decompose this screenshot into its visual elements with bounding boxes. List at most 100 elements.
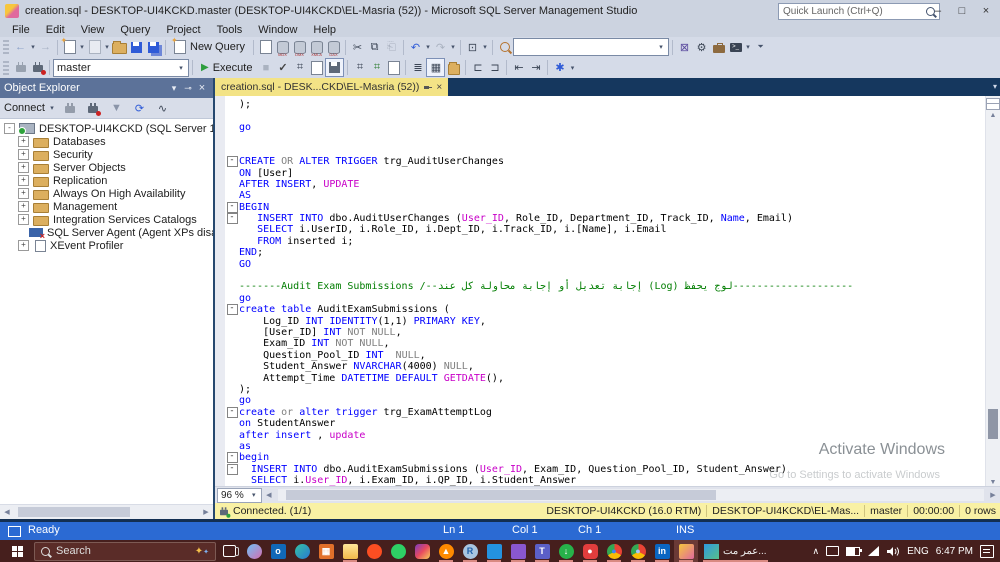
tray-expand-icon[interactable]: ∧ (812, 546, 819, 557)
expand-icon[interactable]: + (18, 162, 29, 173)
save-icon[interactable] (128, 39, 145, 56)
close-icon[interactable]: × (195, 82, 209, 94)
code-line[interactable]: SELECT i.User_ID, i.Exam_ID, i.QP_ID, i.… (225, 475, 985, 486)
code-line[interactable]: [User_ID] INT NOT NULL, (225, 327, 985, 338)
cut-icon[interactable]: ✂ (349, 39, 366, 56)
file-explorer-icon[interactable] (338, 540, 362, 562)
code-line[interactable]: after insert , update (225, 429, 985, 440)
scrollbar-track[interactable] (986, 119, 1000, 479)
tab-creation-sql[interactable]: creation.sql - DESK...CKD\EL-Masria (52)… (215, 78, 448, 96)
language-indicator[interactable]: ENG (907, 546, 929, 557)
scroll-down-icon[interactable]: ▼ (986, 479, 1000, 486)
code-line[interactable]: -CREATE OR ALTER TRIGGER trg_AuditUserCh… (225, 156, 985, 167)
instagram-icon[interactable] (410, 540, 434, 562)
scroll-up-icon[interactable]: ▲ (986, 112, 1000, 119)
chrome-profile-icon[interactable]: ● (626, 540, 650, 562)
code-line[interactable]: -------Audit Exam Submissions /--لوج يحف… (225, 281, 985, 292)
code-line[interactable]: -BEGIN (225, 202, 985, 213)
pin-icon[interactable] (424, 84, 431, 91)
tree-item-security[interactable]: +Security (0, 148, 213, 161)
scroll-right-icon[interactable]: ▶ (986, 491, 1000, 499)
dmx-query-icon[interactable]: DMX (291, 39, 308, 56)
comment-icon[interactable]: ⊏ (469, 59, 486, 76)
close-button[interactable]: × (974, 0, 998, 22)
pin-icon[interactable]: ⊸ (181, 83, 195, 94)
tree-item-databases[interactable]: +Databases (0, 135, 213, 148)
expand-icon[interactable]: + (18, 201, 29, 212)
open-file-icon[interactable] (86, 39, 103, 56)
parse-icon[interactable]: ✓ (274, 59, 291, 76)
idm-icon[interactable]: ↓ (554, 540, 578, 562)
xmla-query-icon[interactable]: XMLA (308, 39, 325, 56)
menu-tools[interactable]: Tools (209, 22, 251, 37)
code-line[interactable]: AS (225, 190, 985, 201)
battery-icon[interactable] (846, 547, 860, 556)
code-line[interactable] (225, 145, 985, 156)
document-list-icon[interactable]: ▾ (993, 82, 997, 91)
tree-item-management[interactable]: +Management (0, 200, 213, 213)
code-line[interactable]: SELECT i.UserID, i.Role_ID, i.Dept_ID, i… (225, 224, 985, 235)
execute-button[interactable]: ▶Execute (196, 59, 257, 77)
code-line[interactable]: Question_Pool_ID INT NULL, (225, 350, 985, 361)
code-line[interactable]: ON [User] (225, 167, 985, 178)
zoom-control[interactable]: 96 %▾ (217, 488, 262, 503)
stop-icon[interactable] (85, 100, 102, 117)
minimize-button[interactable]: – (926, 0, 950, 22)
copy-icon[interactable]: ⧉ (366, 39, 383, 56)
editor-hscrollbar[interactable] (278, 489, 984, 501)
mdx-query-icon[interactable]: MDX (274, 39, 291, 56)
vscode-icon[interactable] (482, 540, 506, 562)
decrease-indent-icon[interactable]: ⇤ (510, 59, 527, 76)
code-line[interactable]: go (225, 395, 985, 406)
menu-query[interactable]: Query (112, 22, 158, 37)
restore-button[interactable]: □ (950, 0, 974, 22)
code-line[interactable]: ); (225, 384, 985, 395)
splitter-handle[interactable] (986, 98, 1000, 110)
edge-icon[interactable] (290, 540, 314, 562)
menu-file[interactable]: File (4, 22, 38, 37)
outlook-icon[interactable]: o (266, 540, 290, 562)
recorder-icon[interactable]: ● (578, 540, 602, 562)
fold-collapse-icon[interactable]: - (225, 156, 239, 167)
scrollbar-thumb[interactable] (18, 507, 130, 517)
code-line[interactable]: go (225, 293, 985, 304)
tree-item-xevent-profiler[interactable]: +XEvent Profiler (0, 239, 213, 252)
back-icon[interactable]: ← (12, 39, 29, 56)
copilot-icon[interactable] (242, 540, 266, 562)
find-icon[interactable] (496, 39, 513, 56)
menu-window[interactable]: Window (250, 22, 305, 37)
ssms-icon[interactable] (674, 540, 698, 562)
include-client-stats-icon[interactable]: ⌗ (368, 59, 385, 76)
collapse-icon[interactable]: - (4, 123, 15, 134)
intellisense-icon[interactable] (325, 58, 344, 77)
new-query-button[interactable]: New Query (169, 38, 250, 56)
dax-query-icon[interactable]: DAX (325, 39, 342, 56)
available-databases-combo[interactable]: master▾ (53, 59, 189, 77)
code-line[interactable]: - INSERT INTO dbo.AuditUserChanges (User… (225, 213, 985, 224)
connect-button[interactable]: Connect▾ (4, 102, 56, 114)
fold-collapse-icon[interactable]: - (225, 407, 239, 418)
teams-icon[interactable]: T (530, 540, 554, 562)
connect-icon[interactable] (12, 59, 29, 76)
r-icon[interactable]: R (458, 540, 482, 562)
tree-item-desktop-ui4kckd-sql-server-16-[interactable]: -DESKTOP-UI4KCKD (SQL Server 16.0.1000.6… (0, 122, 213, 135)
tree-item-replication[interactable]: +Replication (0, 174, 213, 187)
clock[interactable]: 6:47 PM (936, 546, 973, 557)
scroll-left-icon[interactable]: ◀ (262, 491, 276, 499)
database-engine-query-icon[interactable] (257, 39, 274, 56)
results-to-text-icon[interactable]: ≣ (409, 59, 426, 76)
new-query-file-icon[interactable] (61, 39, 78, 56)
code-line[interactable]: -begin (225, 452, 985, 463)
tree-item-server-objects[interactable]: +Server Objects (0, 161, 213, 174)
code-line[interactable] (225, 270, 985, 281)
activity-monitor-icon[interactable]: ∿ (154, 100, 171, 117)
code-line[interactable]: FROM inserted i; (225, 236, 985, 247)
expand-icon[interactable]: + (18, 149, 29, 160)
taskbar-search-input[interactable]: Search ✦✦ (34, 542, 216, 561)
expand-icon[interactable]: + (18, 175, 29, 186)
fold-collapse-icon[interactable]: - (225, 213, 239, 224)
fold-collapse-icon[interactable]: - (225, 464, 239, 475)
vlc-icon[interactable]: ▲ (434, 540, 458, 562)
scrollbar-thumb[interactable] (286, 490, 716, 500)
network-icon[interactable] (867, 546, 880, 557)
